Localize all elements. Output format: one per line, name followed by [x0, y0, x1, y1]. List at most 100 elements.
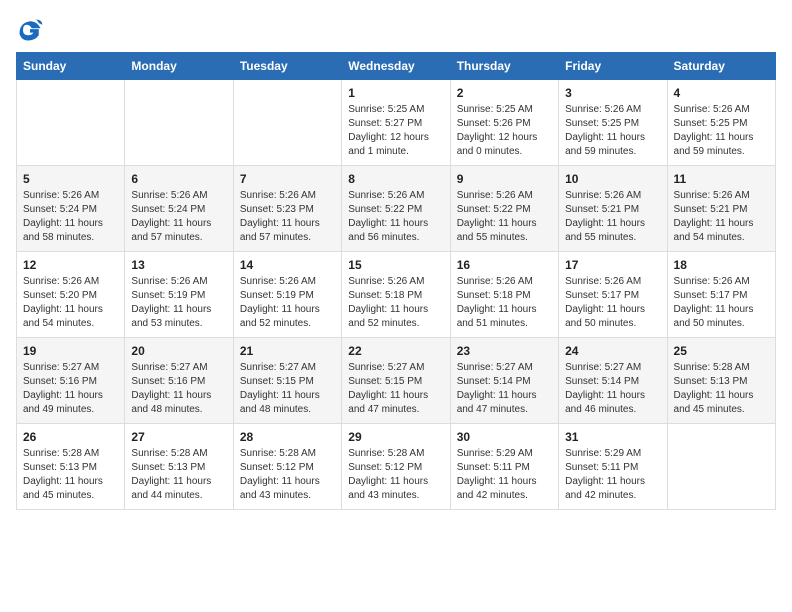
day-number: 21: [240, 344, 335, 358]
day-cell: 22 Sunrise: 5:27 AM Sunset: 5:15 PM Dayli…: [342, 338, 450, 424]
day-info: Sunrise: 5:26 AM Sunset: 5:20 PM Dayligh…: [23, 275, 118, 331]
day-info: Sunrise: 5:26 AM Sunset: 5:19 PM Dayligh…: [131, 275, 226, 331]
day-cell: 8Sunrise: 5:26 AM Sunset: 5:22 PM Daylig…: [342, 166, 450, 252]
day-number: 1: [348, 86, 443, 100]
week-row-1: 5Sunrise: 5:26 AM Sunset: 5:24 PM Daylig…: [17, 166, 776, 252]
day-info: Sunrise: 5:26 AM Sunset: 5:22 PM Dayligh…: [457, 189, 552, 245]
day-number: 27: [131, 430, 226, 444]
calendar-table: Sunday Monday Tuesday Wednesday Thursday…: [16, 52, 776, 510]
day-cell: 23 Sunrise: 5:27 AM Sunset: 5:14 PM Dayli…: [450, 338, 558, 424]
day-cell: 31 Sunrise: 5:29 AM Sunset: 5:11 PM Dayli…: [559, 424, 667, 510]
day-info: Sunrise: 5:26 AM Sunset: 5:18 PM Dayligh…: [457, 275, 552, 331]
day-info: Sunrise: 5:26 AM Sunset: 5:23 PM Dayligh…: [240, 189, 335, 245]
col-tuesday: Tuesday: [233, 53, 341, 80]
day-cell: 9 Sunrise: 5:26 AM Sunset: 5:22 PM Daylig…: [450, 166, 558, 252]
day-cell: 6 Sunrise: 5:26 AM Sunset: 5:24 PM Daylig…: [125, 166, 233, 252]
week-row-3: 19 Sunrise: 5:27 AM Sunset: 5:16 PM Dayli…: [17, 338, 776, 424]
day-cell: 17 Sunrise: 5:26 AM Sunset: 5:17 PM Dayli…: [559, 252, 667, 338]
day-number: 22: [348, 344, 443, 358]
day-info: Sunrise: 5:29 AM Sunset: 5:11 PM Dayligh…: [457, 447, 552, 503]
week-row-0: 1Sunrise: 5:25 AM Sunset: 5:27 PM Daylig…: [17, 80, 776, 166]
day-cell: 15 Sunrise: 5:26 AM Sunset: 5:18 PM Dayli…: [342, 252, 450, 338]
day-cell: 2Sunrise: 5:25 AM Sunset: 5:26 PM Daylig…: [450, 80, 558, 166]
day-cell: 18 Sunrise: 5:26 AM Sunset: 5:17 PM Dayli…: [667, 252, 775, 338]
day-cell: 7 Sunrise: 5:26 AM Sunset: 5:23 PM Daylig…: [233, 166, 341, 252]
day-cell: 25 Sunrise: 5:28 AM Sunset: 5:13 PM Dayli…: [667, 338, 775, 424]
day-info: Sunrise: 5:26 AM Sunset: 5:17 PM Dayligh…: [565, 275, 660, 331]
day-info: Sunrise: 5:26 AM Sunset: 5:19 PM Dayligh…: [240, 275, 335, 331]
day-number: 7: [240, 172, 335, 186]
calendar-header: Sunday Monday Tuesday Wednesday Thursday…: [17, 53, 776, 80]
day-number: 12: [23, 258, 118, 272]
logo: [16, 16, 48, 44]
col-saturday: Saturday: [667, 53, 775, 80]
day-cell: 19 Sunrise: 5:27 AM Sunset: 5:16 PM Dayli…: [17, 338, 125, 424]
day-info: Sunrise: 5:26 AM Sunset: 5:24 PM Dayligh…: [23, 189, 118, 245]
day-info: Sunrise: 5:26 AM Sunset: 5:25 PM Dayligh…: [674, 103, 769, 159]
day-info: Sunrise: 5:26 AM Sunset: 5:21 PM Dayligh…: [674, 189, 769, 245]
day-number: 24: [565, 344, 660, 358]
day-info: Sunrise: 5:27 AM Sunset: 5:16 PM Dayligh…: [131, 361, 226, 417]
day-cell: 3Sunrise: 5:26 AM Sunset: 5:25 PM Daylig…: [559, 80, 667, 166]
col-sunday: Sunday: [17, 53, 125, 80]
day-cell: 28Sunrise: 5:28 AM Sunset: 5:12 PM Dayli…: [233, 424, 341, 510]
day-cell: [667, 424, 775, 510]
day-number: 11: [674, 172, 769, 186]
day-cell: 4Sunrise: 5:26 AM Sunset: 5:25 PM Daylig…: [667, 80, 775, 166]
day-number: 23: [457, 344, 552, 358]
header: [16, 16, 776, 44]
day-cell: [233, 80, 341, 166]
day-number: 14: [240, 258, 335, 272]
day-info: Sunrise: 5:27 AM Sunset: 5:15 PM Dayligh…: [240, 361, 335, 417]
day-cell: 1Sunrise: 5:25 AM Sunset: 5:27 PM Daylig…: [342, 80, 450, 166]
day-cell: 24Sunrise: 5:27 AM Sunset: 5:14 PM Dayli…: [559, 338, 667, 424]
day-info: Sunrise: 5:28 AM Sunset: 5:13 PM Dayligh…: [23, 447, 118, 503]
day-info: Sunrise: 5:26 AM Sunset: 5:18 PM Dayligh…: [348, 275, 443, 331]
day-number: 15: [348, 258, 443, 272]
day-number: 16: [457, 258, 552, 272]
day-number: 2: [457, 86, 552, 100]
day-number: 18: [674, 258, 769, 272]
day-cell: 11 Sunrise: 5:26 AM Sunset: 5:21 PM Dayli…: [667, 166, 775, 252]
day-info: Sunrise: 5:26 AM Sunset: 5:17 PM Dayligh…: [674, 275, 769, 331]
day-info: Sunrise: 5:27 AM Sunset: 5:16 PM Dayligh…: [23, 361, 118, 417]
day-number: 26: [23, 430, 118, 444]
day-cell: 13 Sunrise: 5:26 AM Sunset: 5:19 PM Dayli…: [125, 252, 233, 338]
col-monday: Monday: [125, 53, 233, 80]
day-number: 31: [565, 430, 660, 444]
col-friday: Friday: [559, 53, 667, 80]
day-number: 10: [565, 172, 660, 186]
day-cell: 16 Sunrise: 5:26 AM Sunset: 5:18 PM Dayli…: [450, 252, 558, 338]
day-number: 6: [131, 172, 226, 186]
day-cell: 27Sunrise: 5:28 AM Sunset: 5:13 PM Dayli…: [125, 424, 233, 510]
day-number: 13: [131, 258, 226, 272]
day-info: Sunrise: 5:26 AM Sunset: 5:25 PM Dayligh…: [565, 103, 660, 159]
day-cell: 12 Sunrise: 5:26 AM Sunset: 5:20 PM Dayli…: [17, 252, 125, 338]
day-info: Sunrise: 5:27 AM Sunset: 5:15 PM Dayligh…: [348, 361, 443, 417]
day-info: Sunrise: 5:27 AM Sunset: 5:14 PM Dayligh…: [457, 361, 552, 417]
col-thursday: Thursday: [450, 53, 558, 80]
day-number: 20: [131, 344, 226, 358]
day-info: Sunrise: 5:26 AM Sunset: 5:21 PM Dayligh…: [565, 189, 660, 245]
day-cell: 26 Sunrise: 5:28 AM Sunset: 5:13 PM Dayli…: [17, 424, 125, 510]
day-info: Sunrise: 5:29 AM Sunset: 5:11 PM Dayligh…: [565, 447, 660, 503]
day-cell: 14 Sunrise: 5:26 AM Sunset: 5:19 PM Dayli…: [233, 252, 341, 338]
day-number: 8: [348, 172, 443, 186]
day-info: Sunrise: 5:26 AM Sunset: 5:24 PM Dayligh…: [131, 189, 226, 245]
day-cell: 10 Sunrise: 5:26 AM Sunset: 5:21 PM Dayli…: [559, 166, 667, 252]
header-row: Sunday Monday Tuesday Wednesday Thursday…: [17, 53, 776, 80]
logo-icon: [16, 16, 44, 44]
day-cell: 20 Sunrise: 5:27 AM Sunset: 5:16 PM Dayli…: [125, 338, 233, 424]
day-cell: 29Sunrise: 5:28 AM Sunset: 5:12 PM Dayli…: [342, 424, 450, 510]
day-cell: 5Sunrise: 5:26 AM Sunset: 5:24 PM Daylig…: [17, 166, 125, 252]
day-cell: 21 Sunrise: 5:27 AM Sunset: 5:15 PM Dayli…: [233, 338, 341, 424]
day-info: Sunrise: 5:28 AM Sunset: 5:12 PM Dayligh…: [240, 447, 335, 503]
day-number: 17: [565, 258, 660, 272]
week-row-2: 12 Sunrise: 5:26 AM Sunset: 5:20 PM Dayli…: [17, 252, 776, 338]
day-info: Sunrise: 5:28 AM Sunset: 5:13 PM Dayligh…: [674, 361, 769, 417]
calendar-body: 1Sunrise: 5:25 AM Sunset: 5:27 PM Daylig…: [17, 80, 776, 510]
day-number: 30: [457, 430, 552, 444]
day-number: 25: [674, 344, 769, 358]
day-number: 9: [457, 172, 552, 186]
day-number: 19: [23, 344, 118, 358]
